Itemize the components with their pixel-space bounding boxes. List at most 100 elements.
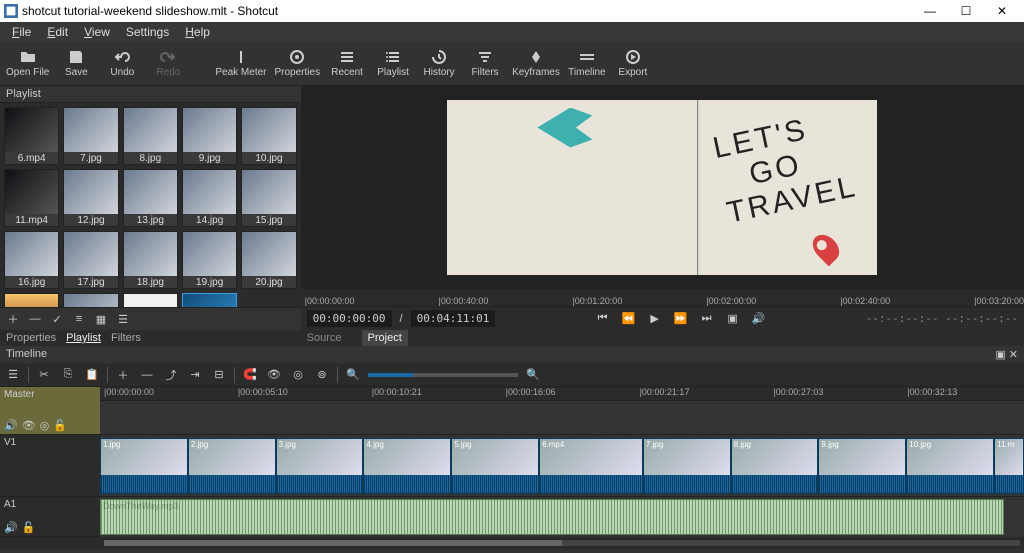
video-clip[interactable]: 6.mp4 xyxy=(539,438,643,494)
video-clip[interactable]: 2.jpg xyxy=(188,438,276,494)
tl-zoom-out-button[interactable]: 🔍 xyxy=(344,366,362,384)
history-button[interactable]: History xyxy=(420,49,458,78)
tl-zoom-slider[interactable] xyxy=(368,373,518,377)
tl-cut-button[interactable]: ✂ xyxy=(35,366,53,384)
forward-button[interactable]: ⏩ xyxy=(672,310,690,328)
skip-end-button[interactable]: ⏭ xyxy=(698,310,716,328)
playlist-item[interactable]: 17.jpg xyxy=(63,231,118,289)
a1-lane[interactable]: DownTheWay.mp3 xyxy=(100,497,1024,537)
tab-project[interactable]: Project xyxy=(362,330,408,346)
playlist-check-button[interactable]: ✓ xyxy=(48,310,66,328)
playlist-item[interactable]: 20.jpg xyxy=(241,231,296,289)
video-clip[interactable]: 8.jpg xyxy=(731,438,819,494)
keyframes-button[interactable]: Keyframes xyxy=(512,49,560,78)
playlist-item[interactable]: 9.jpg xyxy=(182,107,237,165)
eye-icon[interactable]: 👁 xyxy=(22,419,36,432)
playlist-item[interactable]: 19.jpg xyxy=(182,231,237,289)
preview-viewport[interactable]: LET'S GO TRAVEL xyxy=(301,86,1024,288)
tl-zoom-in-button[interactable]: 🔍 xyxy=(524,366,542,384)
video-clip[interactable]: 4.jpg xyxy=(363,438,451,494)
menu-view[interactable]: View xyxy=(76,23,118,41)
timeline-scrollbar[interactable] xyxy=(100,537,1024,549)
peak-meter-button[interactable]: Peak Meter xyxy=(215,49,266,78)
playlist-item[interactable]: 10.jpg xyxy=(241,107,296,165)
playlist-item[interactable]: 6.mp4 xyxy=(4,107,59,165)
playlist-item[interactable]: 12.jpg xyxy=(63,169,118,227)
playlist-menu-button[interactable]: ☰ xyxy=(114,310,132,328)
volume-button[interactable]: 🔊 xyxy=(750,310,768,328)
playlist-item[interactable]: DownT…y.mp3 xyxy=(123,293,178,307)
playlist-add-button[interactable]: ＋ xyxy=(4,310,22,328)
playlist-item[interactable]: 21.mp4 xyxy=(4,293,59,307)
playlist-grid[interactable]: 6.mp47.jpg8.jpg9.jpg10.jpg 11.mp412.jpg13… xyxy=(0,103,301,307)
tab-playlist[interactable]: Playlist xyxy=(66,332,101,344)
zoom-fit-button[interactable]: ▣ xyxy=(724,310,742,328)
lock-icon[interactable]: 🔓 xyxy=(22,521,36,534)
minimize-button[interactable]: — xyxy=(912,0,948,22)
speaker-icon[interactable]: 🔊 xyxy=(4,419,18,432)
menu-settings[interactable]: Settings xyxy=(118,23,177,41)
tab-source[interactable]: Source xyxy=(301,330,348,346)
speaker-icon[interactable]: 🔊 xyxy=(4,521,18,534)
skip-start-button[interactable]: ⏮ xyxy=(594,310,612,328)
video-clip[interactable]: 11.m xyxy=(994,438,1024,494)
playlist-item[interactable]: 18.jpg xyxy=(123,231,178,289)
tl-paste-button[interactable]: 📋 xyxy=(83,366,101,384)
menu-edit[interactable]: Edit xyxy=(39,23,76,41)
tl-append-button[interactable]: ＋ xyxy=(114,366,132,384)
tl-ripple-all-button[interactable]: ⊚ xyxy=(313,366,331,384)
playlist-item[interactable]: 8.jpg xyxy=(123,107,178,165)
preview-ruler[interactable]: |00:00:00:00|00:00:40:00|00:01:20:00|00:… xyxy=(301,288,1024,306)
tl-lift-button[interactable]: ⤴ xyxy=(162,366,180,384)
video-clip[interactable]: 9.jpg xyxy=(818,438,906,494)
track-master-header[interactable]: Master 🔊👁◎🔓 xyxy=(0,387,100,435)
tab-filters[interactable]: Filters xyxy=(111,332,141,344)
playlist-item[interactable]: 14.jpg xyxy=(182,169,237,227)
tl-scrub-button[interactable]: 👁 xyxy=(265,366,283,384)
tl-overwrite-button[interactable]: ⇥ xyxy=(186,366,204,384)
v1-lane[interactable]: 1.jpg2.jpg3.jpg4.jpg5.jpg6.mp47.jpg8.jpg… xyxy=(100,435,1024,497)
rewind-button[interactable]: ⏪ xyxy=(620,310,638,328)
tl-copy-button[interactable]: ⎘ xyxy=(59,366,77,384)
playlist-item[interactable]: 22.jpg xyxy=(63,293,118,307)
playlist-item[interactable]: 11.mp4 xyxy=(4,169,59,227)
playlist-grid-view-button[interactable]: ▦ xyxy=(92,310,110,328)
video-clip[interactable]: 10.jpg xyxy=(906,438,994,494)
lock-icon[interactable]: 🔓 xyxy=(53,419,67,432)
tl-snap-button[interactable]: 🧲 xyxy=(241,366,259,384)
track-a1-header[interactable]: A1 🔊🔓 xyxy=(0,497,100,537)
open-file-button[interactable]: Open File xyxy=(6,49,49,78)
audio-clip[interactable]: DownTheWay.mp3 xyxy=(100,499,1004,535)
redo-button[interactable]: Redo xyxy=(149,49,187,78)
play-button[interactable]: ▶ xyxy=(646,310,664,328)
properties-button[interactable]: Properties xyxy=(275,49,321,78)
playlist-button[interactable]: Playlist xyxy=(374,49,412,78)
playlist-list-view-button[interactable]: ≡ xyxy=(70,310,88,328)
playlist-item[interactable]: 13.jpg xyxy=(123,169,178,227)
maximize-button[interactable]: ☐ xyxy=(948,0,984,22)
menu-file[interactable]: File xyxy=(4,23,39,41)
tl-menu-button[interactable]: ☰ xyxy=(4,366,22,384)
playlist-remove-button[interactable]: — xyxy=(26,310,44,328)
undo-button[interactable]: Undo xyxy=(103,49,141,78)
video-clip[interactable]: 5.jpg xyxy=(451,438,539,494)
tl-split-button[interactable]: ⊟ xyxy=(210,366,228,384)
playlist-item[interactable]: HappyU…le.mp3 xyxy=(182,293,237,307)
playlist-item[interactable]: 7.jpg xyxy=(63,107,118,165)
close-button[interactable]: ✕ xyxy=(984,0,1020,22)
target-icon[interactable]: ◎ xyxy=(40,419,50,432)
tl-remove-button[interactable]: — xyxy=(138,366,156,384)
timeline-ruler[interactable]: |00:00:00:00|00:00:05:10|00:00:10:21|00:… xyxy=(100,387,1024,401)
track-v1-header[interactable]: V1 xyxy=(0,435,100,497)
track-body[interactable]: |00:00:00:00|00:00:05:10|00:00:10:21|00:… xyxy=(100,387,1024,549)
playlist-item[interactable]: 16.jpg xyxy=(4,231,59,289)
playlist-item[interactable]: 15.jpg xyxy=(241,169,296,227)
master-lane[interactable] xyxy=(100,401,1024,435)
filters-button[interactable]: Filters xyxy=(466,49,504,78)
video-clip[interactable]: 7.jpg xyxy=(643,438,731,494)
video-clip[interactable]: 3.jpg xyxy=(276,438,364,494)
menu-help[interactable]: Help xyxy=(177,23,218,41)
position-timecode[interactable]: 00:00:00:00 xyxy=(307,310,392,327)
video-clip[interactable]: 1.jpg xyxy=(100,438,188,494)
timeline-dock-buttons[interactable]: ▣ ✕ xyxy=(995,348,1018,361)
